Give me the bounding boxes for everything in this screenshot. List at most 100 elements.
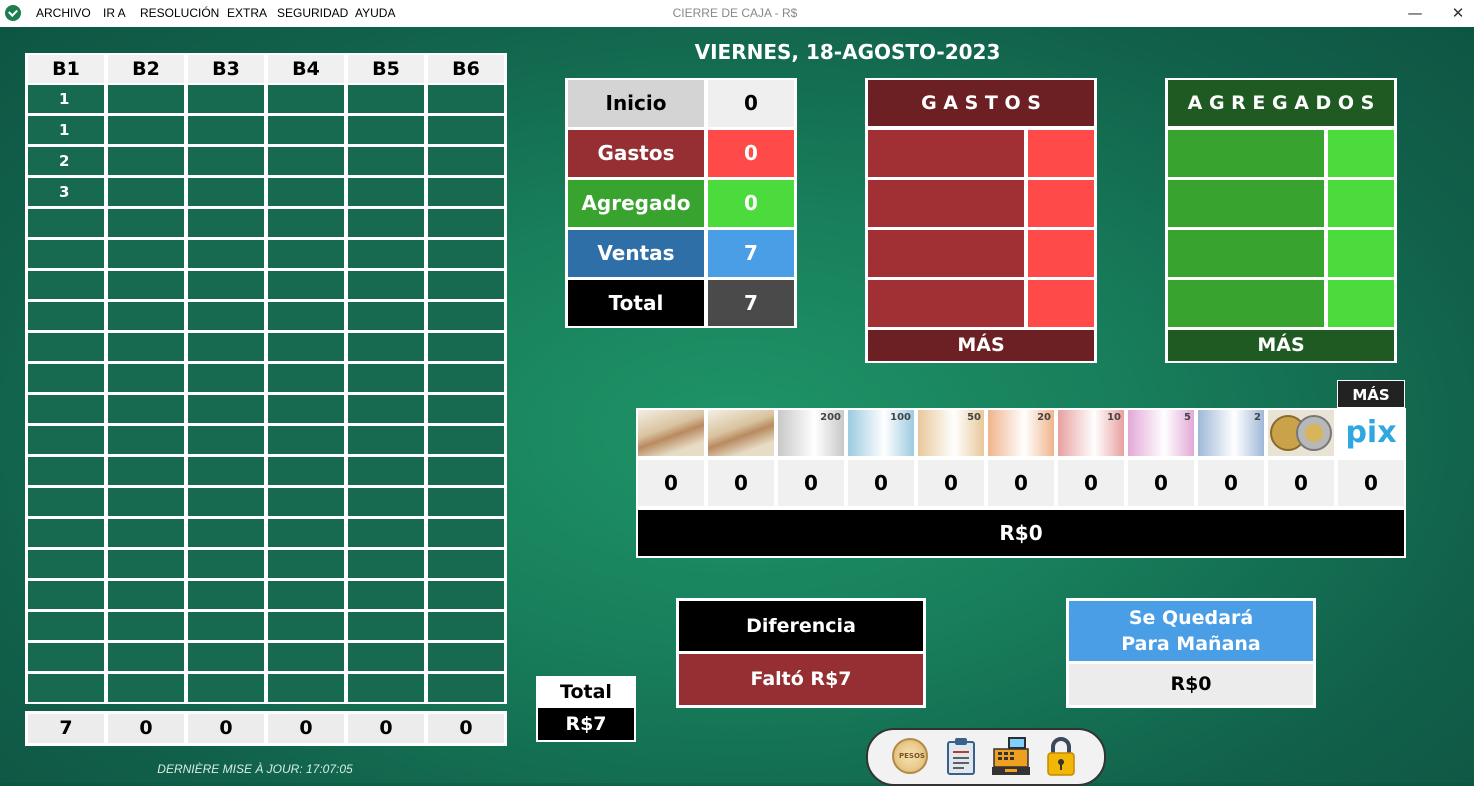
- money-count-field[interactable]: 0: [1058, 460, 1124, 506]
- b-cell[interactable]: [428, 209, 504, 237]
- b-cell[interactable]: [348, 147, 424, 175]
- gastos-name-field[interactable]: [868, 130, 1024, 177]
- b-cell[interactable]: [268, 519, 344, 547]
- b-cell[interactable]: [28, 240, 104, 268]
- b-cell[interactable]: [348, 178, 424, 206]
- b-cell[interactable]: [28, 643, 104, 671]
- b-cell[interactable]: [428, 178, 504, 206]
- b-cell[interactable]: [268, 178, 344, 206]
- close-icon[interactable]: ✕: [1440, 1, 1474, 25]
- gastos-more-button[interactable]: MÁS: [868, 330, 1094, 361]
- b-cell[interactable]: [28, 395, 104, 423]
- b-cell[interactable]: [268, 240, 344, 268]
- b-cell[interactable]: [428, 147, 504, 175]
- b-cell[interactable]: [428, 426, 504, 454]
- b-cell[interactable]: [268, 302, 344, 330]
- b-cell[interactable]: [28, 209, 104, 237]
- money-count-field[interactable]: 0: [638, 460, 704, 506]
- b-cell[interactable]: [188, 581, 264, 609]
- b-cell[interactable]: [348, 519, 424, 547]
- menu-ayuda[interactable]: AYUDA: [355, 6, 395, 20]
- menu-seguridad[interactable]: SEGURIDAD: [277, 6, 348, 20]
- b-cell[interactable]: 1: [28, 85, 104, 113]
- b-cell[interactable]: [188, 674, 264, 702]
- money-count-field[interactable]: 0: [708, 460, 774, 506]
- b-cell[interactable]: [348, 550, 424, 578]
- gastos-name-field[interactable]: [868, 280, 1024, 327]
- b-cell[interactable]: [428, 457, 504, 485]
- b-cell[interactable]: [108, 488, 184, 516]
- b-cell[interactable]: [188, 612, 264, 640]
- b-cell[interactable]: [428, 302, 504, 330]
- b-cell[interactable]: [108, 581, 184, 609]
- b-cell[interactable]: [268, 581, 344, 609]
- manana-label[interactable]: Se Quedará Para Mañana: [1069, 601, 1313, 661]
- b-cell[interactable]: [348, 116, 424, 144]
- b-cell[interactable]: [268, 426, 344, 454]
- b-cell[interactable]: [348, 364, 424, 392]
- money-count-field[interactable]: 0: [778, 460, 844, 506]
- b-cell[interactable]: [108, 550, 184, 578]
- b-cell[interactable]: [188, 178, 264, 206]
- b-cell[interactable]: [348, 240, 424, 268]
- b-cell[interactable]: [268, 550, 344, 578]
- b-cell[interactable]: [28, 271, 104, 299]
- b-cell[interactable]: [108, 333, 184, 361]
- b-cell[interactable]: [348, 643, 424, 671]
- b-cell[interactable]: [428, 240, 504, 268]
- b-cell[interactable]: 3: [28, 178, 104, 206]
- b-cell[interactable]: [108, 364, 184, 392]
- b-cell[interactable]: [28, 612, 104, 640]
- b-cell[interactable]: [188, 147, 264, 175]
- b-cell[interactable]: [28, 488, 104, 516]
- menu-extra[interactable]: EXTRA: [227, 6, 267, 20]
- b-cell[interactable]: [28, 333, 104, 361]
- agregados-name-field[interactable]: [1168, 280, 1324, 327]
- b-cell[interactable]: [108, 209, 184, 237]
- b-cell[interactable]: [108, 271, 184, 299]
- cash-register-icon[interactable]: [990, 735, 1032, 777]
- agregados-name-field[interactable]: [1168, 230, 1324, 277]
- b-cell[interactable]: [108, 395, 184, 423]
- clipboard-icon[interactable]: [946, 737, 976, 775]
- b-cell[interactable]: [268, 488, 344, 516]
- agregados-amount-field[interactable]: [1328, 280, 1394, 327]
- gastos-name-field[interactable]: [868, 180, 1024, 227]
- b-cell[interactable]: [348, 395, 424, 423]
- b-cell[interactable]: [28, 519, 104, 547]
- agregados-name-field[interactable]: [1168, 180, 1324, 227]
- money-count-field[interactable]: 0: [848, 460, 914, 506]
- b-cell[interactable]: [348, 457, 424, 485]
- gastos-amount-field[interactable]: [1028, 180, 1094, 227]
- money-count-field[interactable]: 0: [1198, 460, 1264, 506]
- b-cell[interactable]: [268, 147, 344, 175]
- money-count-field[interactable]: 0: [1338, 460, 1404, 506]
- b-cell[interactable]: [348, 488, 424, 516]
- b-cell[interactable]: [348, 426, 424, 454]
- b-cell[interactable]: [348, 85, 424, 113]
- b-cell[interactable]: [188, 550, 264, 578]
- b-cell[interactable]: [188, 85, 264, 113]
- agregados-amount-field[interactable]: [1328, 180, 1394, 227]
- b-cell[interactable]: [188, 364, 264, 392]
- b-cell[interactable]: [268, 271, 344, 299]
- b-cell[interactable]: [108, 178, 184, 206]
- b-cell[interactable]: [188, 333, 264, 361]
- b-cell[interactable]: [268, 612, 344, 640]
- b-cell[interactable]: [428, 271, 504, 299]
- b-cell[interactable]: 2: [28, 147, 104, 175]
- agregados-amount-field[interactable]: [1328, 130, 1394, 177]
- b-cell[interactable]: [28, 364, 104, 392]
- b-cell[interactable]: [188, 519, 264, 547]
- b-cell[interactable]: [348, 333, 424, 361]
- agregados-more-button[interactable]: MÁS: [1168, 330, 1394, 361]
- money-count-field[interactable]: 0: [988, 460, 1054, 506]
- b-cell[interactable]: [268, 643, 344, 671]
- b-cell[interactable]: [28, 581, 104, 609]
- minimize-icon[interactable]: —: [1397, 1, 1433, 25]
- b-cell[interactable]: [108, 612, 184, 640]
- b-cell[interactable]: [268, 457, 344, 485]
- gastos-amount-field[interactable]: [1028, 230, 1094, 277]
- b-cell[interactable]: [268, 116, 344, 144]
- b-cell[interactable]: [348, 612, 424, 640]
